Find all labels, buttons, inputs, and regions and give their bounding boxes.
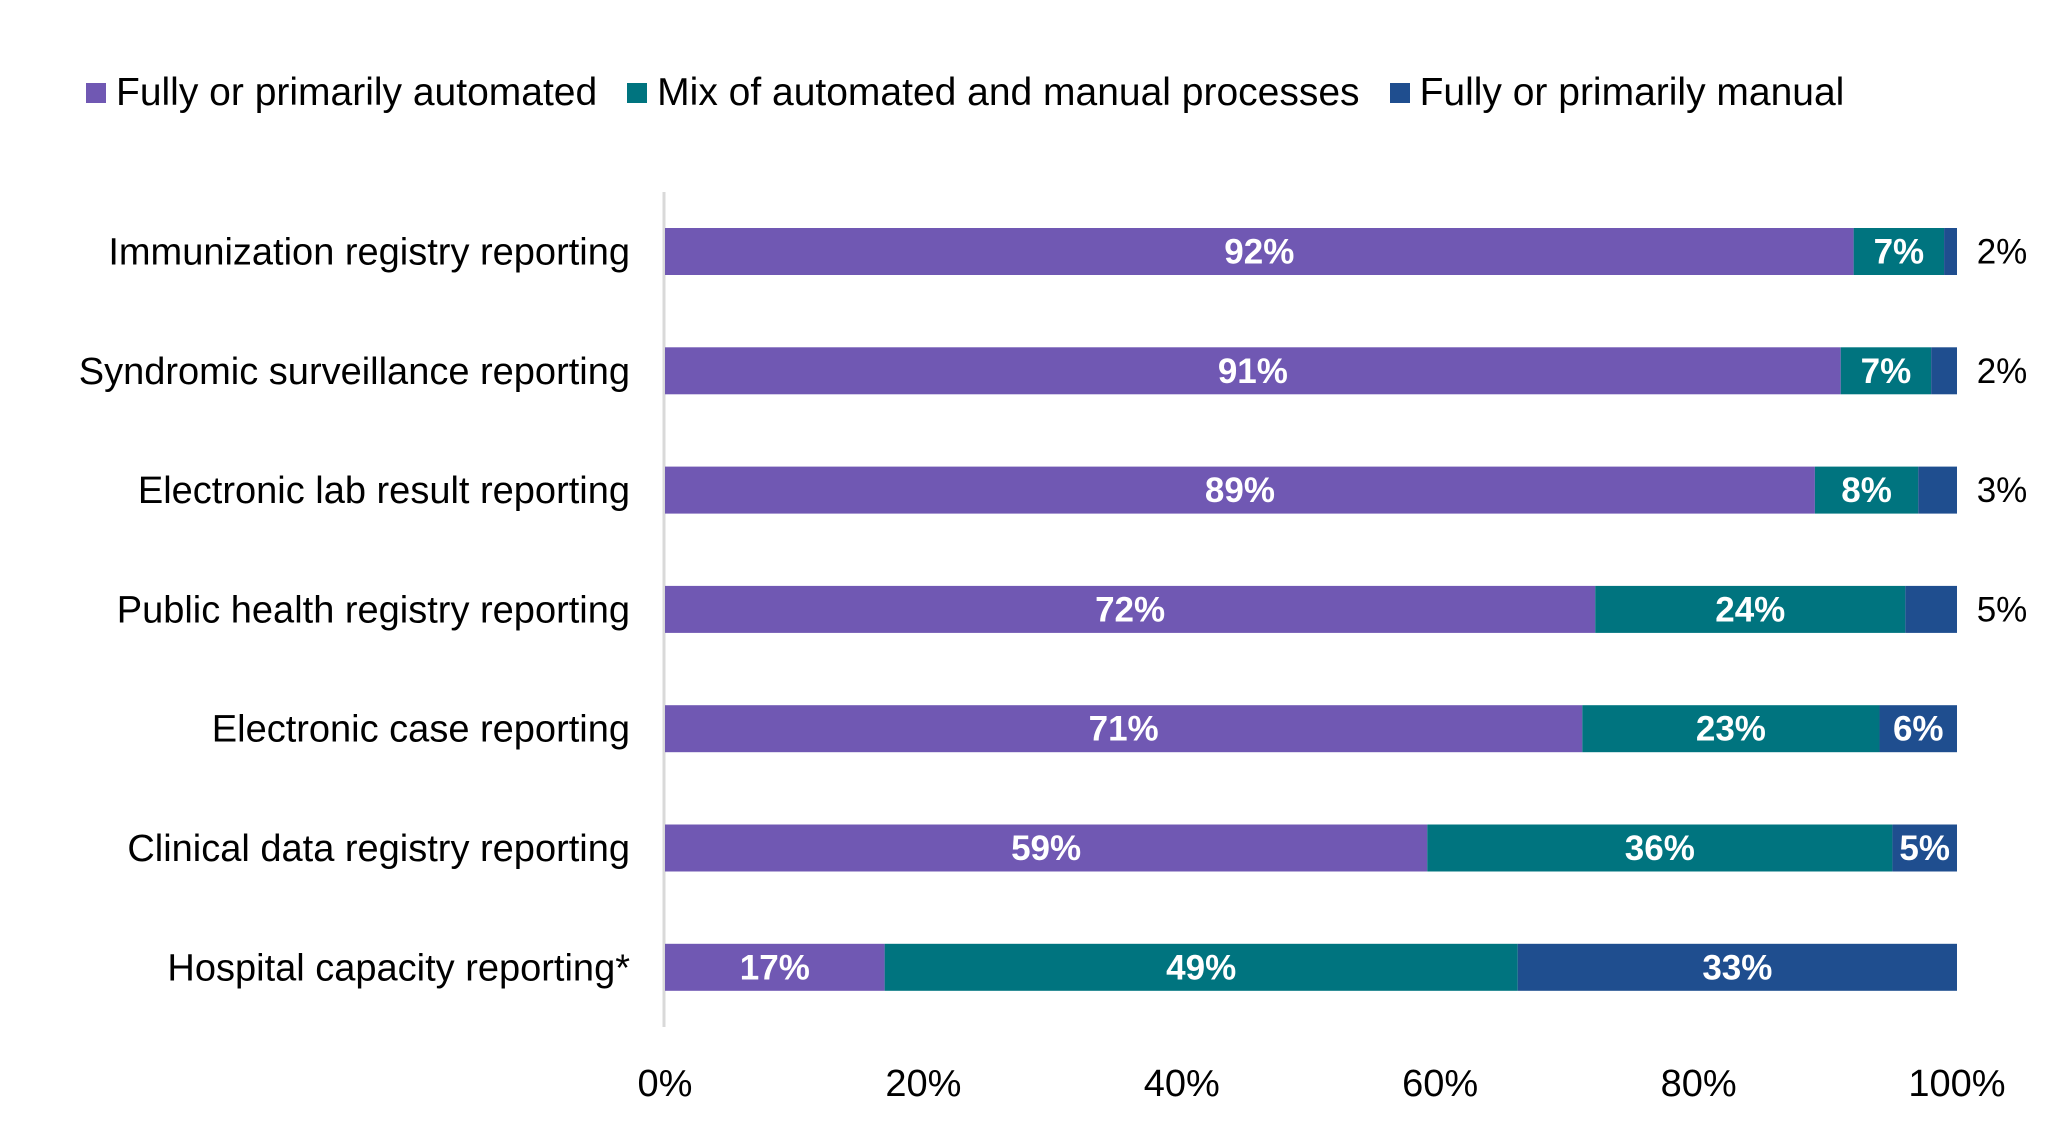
data-label: 89% [1205, 471, 1275, 510]
data-label: 7% [1861, 352, 1912, 391]
data-label: 2% [1977, 352, 2028, 391]
bar-segment [1931, 347, 1957, 395]
data-label: 5% [1899, 829, 1950, 868]
category-label: Syndromic surveillance reporting [79, 351, 630, 393]
data-label: 33% [1702, 948, 1772, 987]
bar-segment [1905, 585, 1957, 633]
data-label: 49% [1166, 948, 1236, 987]
x-tick-label: 80% [1661, 1063, 1737, 1105]
data-label: 92% [1224, 233, 1294, 272]
data-label: 71% [1089, 710, 1159, 749]
data-label: 7% [1874, 233, 1925, 272]
data-label: 5% [1977, 590, 2028, 629]
x-tick-label: 20% [885, 1063, 961, 1105]
x-tick-label: 0% [638, 1063, 693, 1105]
bar-segment [1944, 228, 1957, 275]
x-tick-label: 40% [1144, 1063, 1220, 1105]
category-label: Immunization registry reporting [108, 232, 630, 274]
data-label: 3% [1977, 471, 2028, 510]
data-label: 8% [1841, 471, 1892, 510]
data-label: 23% [1696, 710, 1766, 749]
data-label: 2% [1977, 233, 2028, 272]
data-label: 6% [1893, 710, 1944, 749]
category-label: Clinical data registry reporting [127, 828, 630, 870]
data-label: 91% [1218, 352, 1288, 391]
category-label: Public health registry reporting [117, 589, 630, 631]
category-label: Hospital capacity reporting* [167, 947, 630, 989]
bar-segment [1918, 466, 1957, 514]
data-label: 17% [740, 948, 810, 987]
data-label: 36% [1625, 829, 1695, 868]
x-tick-label: 60% [1402, 1063, 1478, 1105]
category-label: Electronic case reporting [212, 709, 630, 751]
stacked-bar-chart: Immunization registry reporting 92% 7% 2% Sy… [79, 192, 2028, 1105]
category-label: Electronic lab result reporting [138, 470, 630, 512]
x-tick-label: 100% [1908, 1063, 2005, 1105]
data-label: 59% [1011, 829, 1081, 868]
data-label: 72% [1095, 590, 1165, 629]
data-label: 24% [1715, 590, 1785, 629]
